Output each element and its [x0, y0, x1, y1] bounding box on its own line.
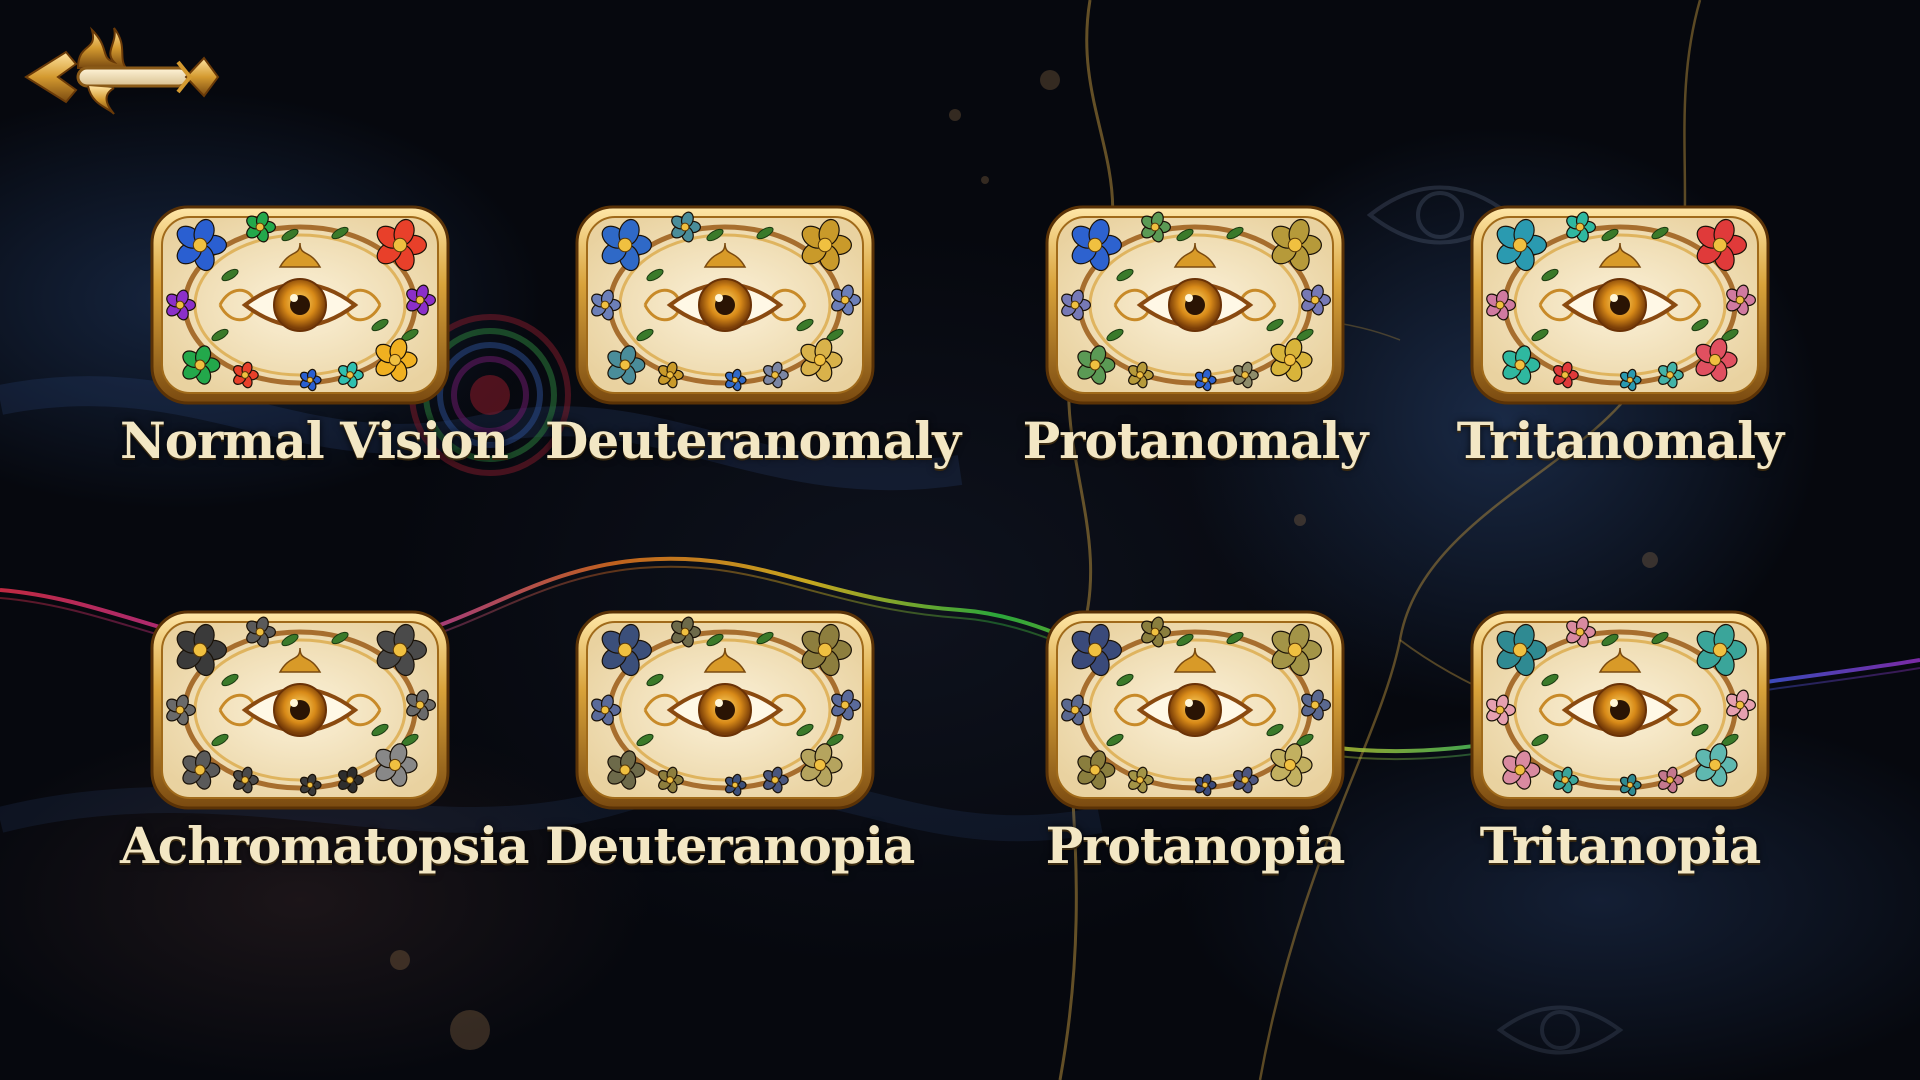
vision-mode-card[interactable]	[150, 610, 450, 810]
vision-mode-card[interactable]	[150, 205, 450, 405]
vision-mode-card[interactable]	[1045, 205, 1345, 405]
vision-mode-tile-tritanopia[interactable]: Tritanopia	[1460, 610, 1780, 910]
vision-mode-tile-deuteranomaly[interactable]: Deuteranomaly	[545, 205, 961, 505]
vision-mode-tile-achromatopsia[interactable]: Achromatopsia	[120, 610, 530, 910]
vision-mode-card[interactable]	[1470, 610, 1770, 810]
vision-card-art	[1470, 205, 1770, 405]
vision-mode-card[interactable]	[575, 610, 875, 810]
vision-mode-card[interactable]	[1470, 205, 1770, 405]
vision-card-art	[150, 610, 450, 810]
vision-mode-label: Deuteranopia	[545, 816, 915, 875]
vision-card-art	[1045, 610, 1345, 810]
vision-card-art	[575, 610, 875, 810]
back-button[interactable]	[18, 22, 222, 118]
vision-card-art	[575, 205, 875, 405]
vision-mode-label: Achromatopsia	[120, 816, 530, 875]
eye-watermark	[1496, 1005, 1624, 1055]
vision-mode-tile-tritanomaly[interactable]: Tritanomaly	[1457, 205, 1784, 505]
vision-mode-select-screen: Normal Vision Deuteranomaly Protanomaly …	[0, 0, 1920, 1080]
gold-vein	[1258, 0, 1702, 1080]
vision-mode-label: Tritanopia	[1479, 816, 1761, 875]
background-art	[0, 0, 1920, 1080]
vision-mode-tile-normal-vision[interactable]: Normal Vision	[120, 205, 509, 505]
ornate-back-arrow-icon	[24, 26, 220, 115]
vision-mode-label: Tritanomaly	[1456, 411, 1784, 470]
vision-mode-card[interactable]	[575, 205, 875, 405]
vision-mode-label: Deuteranomaly	[545, 411, 961, 470]
vision-mode-tile-protanomaly[interactable]: Protanomaly	[1023, 205, 1368, 505]
vision-mode-tile-protanopia[interactable]: Protanopia	[1035, 610, 1355, 910]
vision-mode-label: Protanomaly	[1022, 411, 1369, 470]
vision-mode-label: Protanopia	[1045, 816, 1346, 875]
vision-card-art	[150, 205, 450, 405]
vision-card-art	[1470, 610, 1770, 810]
vision-mode-tile-deuteranopia[interactable]: Deuteranopia	[545, 610, 915, 910]
vision-mode-card[interactable]	[1045, 610, 1345, 810]
vision-card-art	[1045, 205, 1345, 405]
vision-mode-label: Normal Vision	[120, 411, 509, 470]
gold-vein	[1058, 0, 1115, 1080]
